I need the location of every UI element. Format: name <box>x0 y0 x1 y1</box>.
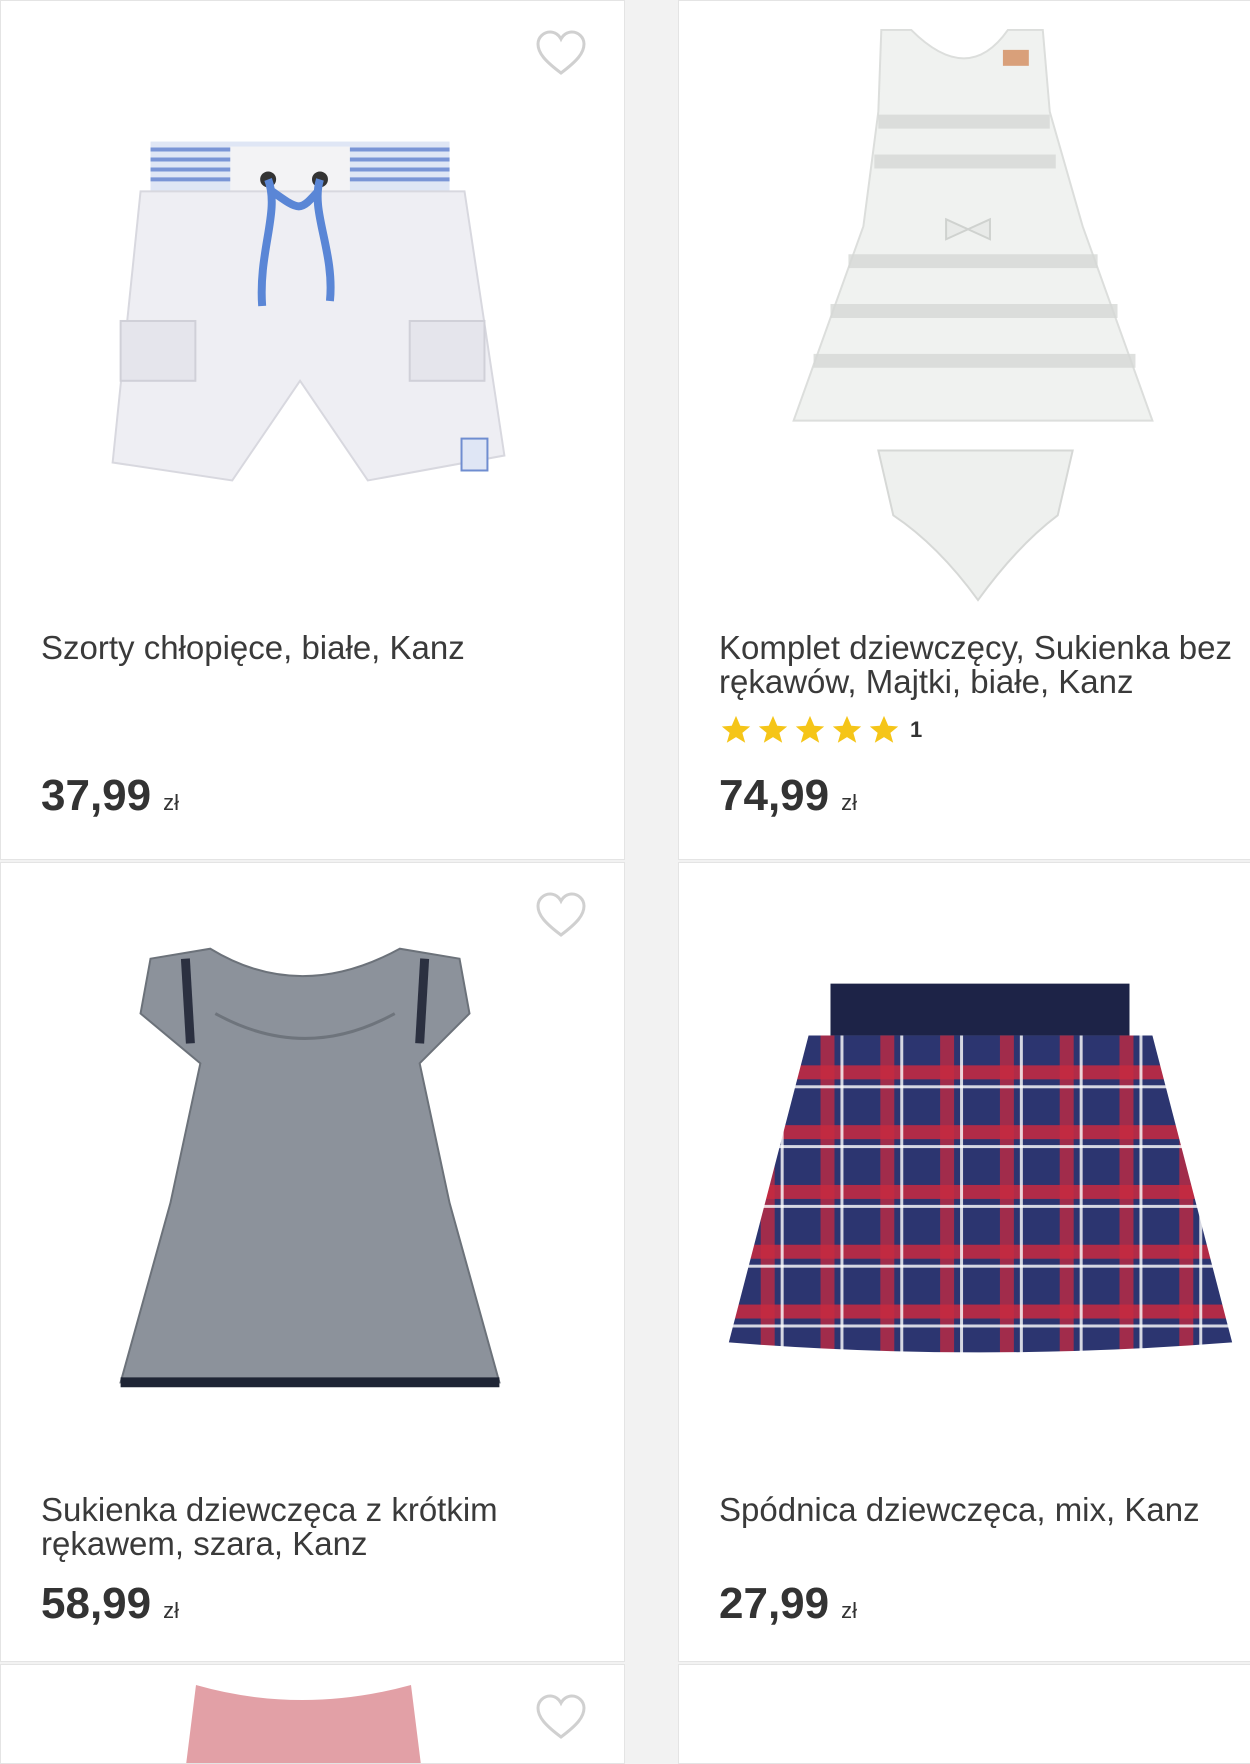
product-price: 37,99 zł <box>41 771 179 821</box>
product-image-partial[interactable] <box>1 1665 625 1764</box>
product-card-partial[interactable] <box>0 1664 625 1764</box>
product-card[interactable]: Komplet dziewczęcy, Sukienka bez rękawów… <box>678 0 1250 860</box>
product-price: 58,99 zł <box>41 1579 179 1629</box>
product-title[interactable]: Sukienka dziewczęca z krótkim rękawem, s… <box>41 1493 621 1561</box>
product-price: 27,99 zł <box>719 1579 857 1629</box>
product-card-partial[interactable] <box>678 1664 1250 1764</box>
product-image-dress-set[interactable] <box>679 1 1250 621</box>
product-image-shorts[interactable] <box>1 1 624 621</box>
star-icon <box>721 715 751 743</box>
product-title[interactable]: Szorty chłopięce, białe, Kanz <box>41 631 621 665</box>
price-currency: zł <box>841 790 857 815</box>
product-price: 74,99 zł <box>719 771 857 821</box>
product-grid: Szorty chłopięce, białe, Kanz 37,99 zł K… <box>0 0 1250 1764</box>
product-title[interactable]: Komplet dziewczęcy, Sukienka bez rękawów… <box>719 631 1250 699</box>
star-icon <box>832 715 862 743</box>
product-title[interactable]: Spódnica dziewczęca, mix, Kanz <box>719 1493 1250 1527</box>
star-icon <box>795 715 825 743</box>
product-card[interactable]: Spódnica dziewczęca, mix, Kanz 27,99 zł <box>678 862 1250 1662</box>
product-card[interactable]: Sukienka dziewczęca z krótkim rękawem, s… <box>0 862 625 1662</box>
star-icon <box>869 715 899 743</box>
rating-count: 1 <box>910 717 923 742</box>
price-currency: zł <box>163 1598 179 1623</box>
product-card[interactable]: Szorty chłopięce, białe, Kanz 37,99 zł <box>0 0 625 860</box>
star-icon <box>758 715 788 743</box>
price-amount: 27,99 <box>719 1579 830 1628</box>
product-rating: 1 <box>719 713 922 747</box>
product-image-grey-dress[interactable] <box>1 863 624 1483</box>
price-currency: zł <box>841 1598 857 1623</box>
price-currency: zł <box>163 790 179 815</box>
price-amount: 37,99 <box>41 771 152 820</box>
price-amount: 58,99 <box>41 1579 152 1628</box>
product-image-plaid-skirt[interactable] <box>679 863 1250 1483</box>
price-amount: 74,99 <box>719 771 830 820</box>
